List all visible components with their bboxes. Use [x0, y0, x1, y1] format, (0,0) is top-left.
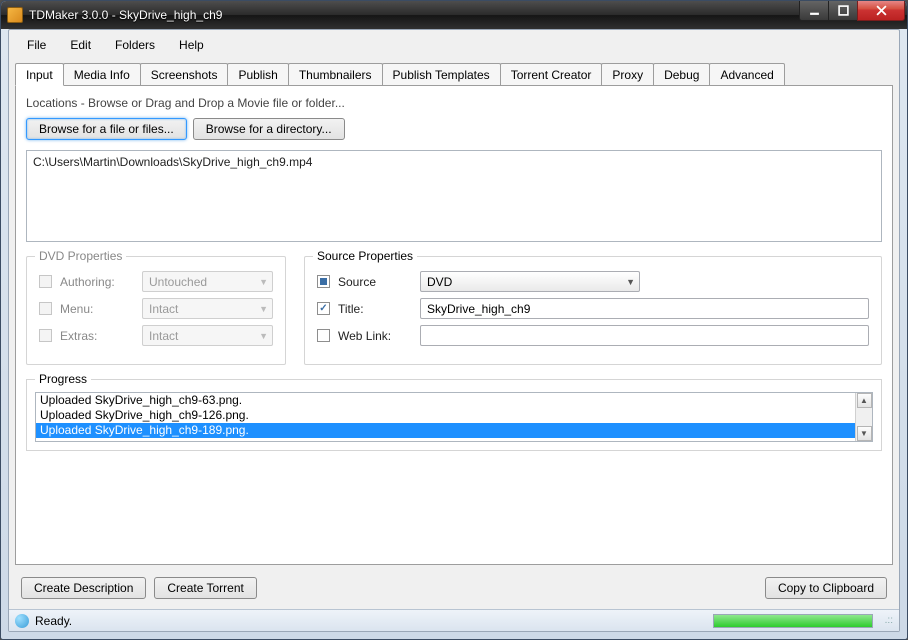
authoring-combo: Untouched ▼ [142, 271, 273, 292]
progress-legend: Progress [35, 372, 91, 386]
menu-edit[interactable]: Edit [60, 34, 101, 56]
extras-value: Intact [149, 329, 178, 343]
authoring-label: Authoring: [60, 275, 134, 289]
menu-file[interactable]: File [17, 34, 56, 56]
tab-header: Input Media Info Screenshots Publish Thu… [9, 62, 899, 85]
tab-publish-templates[interactable]: Publish Templates [382, 63, 501, 86]
status-icon [15, 614, 29, 628]
extras-combo: Intact ▼ [142, 325, 273, 346]
chevron-down-icon: ▼ [259, 277, 268, 287]
browse-files-button[interactable]: Browse for a file or files... [26, 118, 187, 140]
file-list[interactable]: C:\Users\Martin\Downloads\SkyDrive_high_… [26, 150, 882, 242]
status-text: Ready. [35, 614, 72, 628]
menu-folders[interactable]: Folders [105, 34, 165, 56]
menubar: File Edit Folders Help [9, 30, 899, 60]
window-title: TDMaker 3.0.0 - SkyDrive_high_ch9 [29, 8, 222, 22]
tab-input[interactable]: Input [15, 63, 64, 86]
progress-group: Progress Uploaded SkyDrive_high_ch9-63.p… [26, 379, 882, 451]
extras-checkbox [39, 329, 52, 342]
source-properties-legend: Source Properties [313, 249, 417, 263]
menu-checkbox [39, 302, 52, 315]
titlebar[interactable]: TDMaker 3.0.0 - SkyDrive_high_ch9 [1, 1, 907, 29]
authoring-checkbox [39, 275, 52, 288]
authoring-value: Untouched [149, 275, 207, 289]
maximize-button[interactable] [828, 1, 858, 21]
app-icon [7, 7, 23, 23]
locations-hint: Locations - Browse or Drag and Drop a Mo… [26, 96, 882, 110]
statusbar: Ready. .:: [9, 609, 899, 631]
client-area: File Edit Folders Help Input Media Info … [8, 29, 900, 632]
tab-body-input: Locations - Browse or Drag and Drop a Mo… [15, 85, 893, 565]
weblink-checkbox[interactable] [317, 329, 330, 342]
chevron-down-icon: ▼ [626, 277, 635, 287]
minimize-button[interactable] [799, 1, 829, 21]
progress-line-selected[interactable]: Uploaded SkyDrive_high_ch9-189.png. [36, 423, 872, 438]
window-buttons [800, 1, 905, 21]
create-description-button[interactable]: Create Description [21, 577, 146, 599]
copy-to-clipboard-button[interactable]: Copy to Clipboard [765, 577, 887, 599]
status-progressbar [713, 614, 873, 628]
source-properties-group: Source Properties Source DVD▼ Title: Web… [304, 256, 882, 365]
browse-row: Browse for a file or files... Browse for… [26, 118, 882, 140]
close-button[interactable] [857, 1, 905, 21]
menu-help[interactable]: Help [169, 34, 214, 56]
browse-directory-button[interactable]: Browse for a directory... [193, 118, 345, 140]
weblink-label: Web Link: [338, 329, 412, 343]
source-value: DVD [427, 275, 452, 289]
tab-torrent-creator[interactable]: Torrent Creator [500, 63, 603, 86]
chevron-down-icon: ▼ [259, 331, 268, 341]
progress-list[interactable]: Uploaded SkyDrive_high_ch9-63.png. Uploa… [35, 392, 873, 442]
bottom-button-row: Create Description Create Torrent Copy t… [15, 571, 893, 605]
title-checkbox[interactable] [317, 302, 330, 315]
tab-thumbnailers[interactable]: Thumbnailers [288, 63, 383, 86]
create-torrent-button[interactable]: Create Torrent [154, 577, 256, 599]
source-label: Source [338, 275, 412, 289]
tab-debug[interactable]: Debug [653, 63, 710, 86]
weblink-input[interactable] [420, 325, 869, 346]
title-label: Title: [338, 302, 412, 316]
scroll-up-icon[interactable]: ▲ [857, 393, 872, 408]
extras-label: Extras: [60, 329, 134, 343]
dvd-properties-group: DVD Properties Authoring: Untouched▼ Men… [26, 256, 286, 365]
progress-line[interactable]: Uploaded SkyDrive_high_ch9-126.png. [36, 408, 872, 423]
title-input[interactable] [420, 298, 869, 319]
file-list-item[interactable]: C:\Users\Martin\Downloads\SkyDrive_high_… [33, 155, 875, 169]
tab-advanced[interactable]: Advanced [709, 63, 784, 86]
scroll-down-icon[interactable]: ▼ [857, 426, 872, 441]
tab-screenshots[interactable]: Screenshots [140, 63, 229, 86]
tab-publish[interactable]: Publish [227, 63, 288, 86]
resize-grip-icon[interactable]: .:: [879, 615, 893, 626]
menu-combo: Intact ▼ [142, 298, 273, 319]
chevron-down-icon: ▼ [259, 304, 268, 314]
menu-value: Intact [149, 302, 178, 316]
app-window: TDMaker 3.0.0 - SkyDrive_high_ch9 File E… [0, 0, 908, 640]
dvd-properties-legend: DVD Properties [35, 249, 126, 263]
tab-media-info[interactable]: Media Info [63, 63, 141, 86]
tab-proxy[interactable]: Proxy [601, 63, 654, 86]
menu-label: Menu: [60, 302, 134, 316]
source-combo[interactable]: DVD ▼ [420, 271, 640, 292]
scrollbar[interactable]: ▲ ▼ [855, 393, 872, 441]
source-checkbox[interactable] [317, 275, 330, 288]
progress-line[interactable]: Uploaded SkyDrive_high_ch9-63.png. [36, 393, 872, 408]
